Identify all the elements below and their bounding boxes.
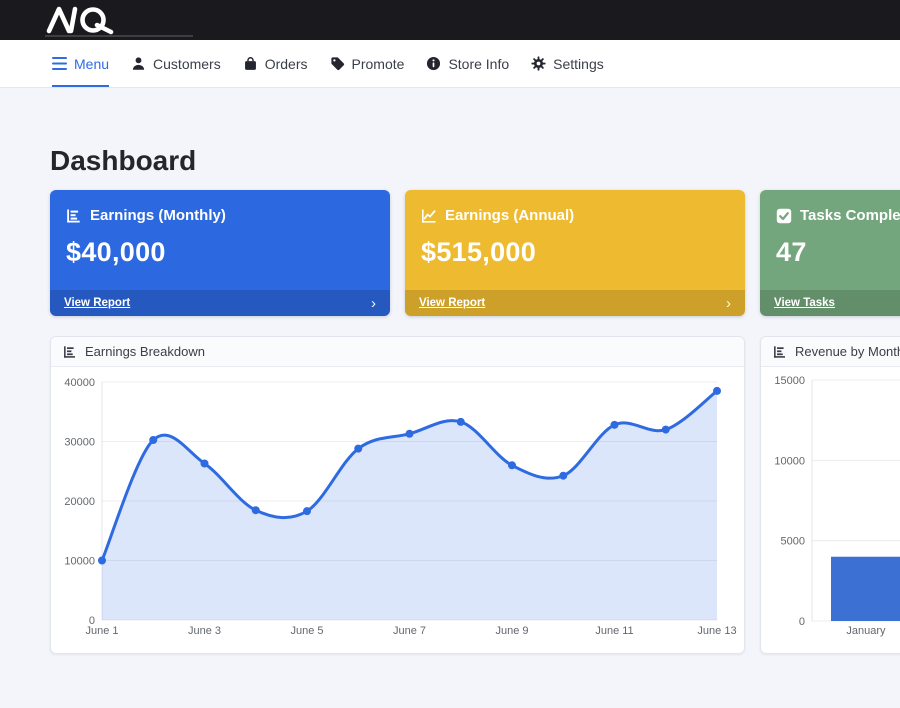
svg-text:5000: 5000 [781, 536, 805, 548]
bag-icon [243, 56, 258, 71]
line-chart-icon [421, 208, 437, 224]
svg-text:30000: 30000 [64, 437, 95, 449]
chart-panels-row: Earnings Breakdown 0 10000 20000 30000 40000… [50, 336, 900, 654]
info-icon [426, 56, 441, 71]
svg-text:June 11: June 11 [595, 625, 633, 637]
card-value: 47 [760, 237, 900, 268]
view-report-link[interactable]: View Report [64, 297, 130, 309]
chevron-right-icon[interactable]: › [726, 296, 731, 311]
nav-item-label: Store Info [448, 56, 509, 72]
view-report-link[interactable]: View Report [419, 297, 485, 309]
nav-item-menu[interactable]: Menu [52, 40, 109, 87]
card-header: Earnings (Annual) [405, 190, 745, 224]
card-value: $40,000 [50, 237, 390, 268]
bar-chart-icon [773, 345, 787, 359]
svg-text:June 9: June 9 [495, 625, 528, 637]
svg-text:June 1: June 1 [85, 625, 118, 637]
tag-icon [330, 56, 345, 71]
nav-item-customers[interactable]: Customers [131, 40, 221, 87]
card-earnings-monthly: Earnings (Monthly) $40,000 View Report › [50, 190, 390, 316]
card-header: Tasks Completed [760, 190, 900, 224]
card-title: Earnings (Annual) [445, 207, 574, 224]
page-content: Dashboard Earnings (Monthly) $40,000 Vie… [0, 88, 900, 654]
card-earnings-annual: Earnings (Annual) $515,000 View Report › [405, 190, 745, 316]
nav-item-label: Settings [553, 56, 604, 72]
svg-text:June 13: June 13 [697, 625, 736, 637]
logo-aiq [45, 5, 137, 35]
svg-text:40000: 40000 [64, 377, 95, 389]
nav-item-settings[interactable]: Settings [531, 40, 604, 87]
bar-chart-icon [63, 345, 77, 359]
nav-item-label: Orders [265, 56, 308, 72]
stat-cards-row: Earnings (Monthly) $40,000 View Report ›… [50, 190, 900, 316]
nav-item-store-info[interactable]: Store Info [426, 40, 509, 87]
logo-underline [45, 35, 193, 37]
nav-item-label: Customers [153, 56, 221, 72]
bar-chart-icon [66, 208, 82, 224]
panel-header: Revenue by Month [761, 337, 900, 367]
card-tasks-completed: Tasks Completed 47 View Tasks › [760, 190, 900, 316]
svg-text:10000: 10000 [64, 556, 95, 568]
checkbox-icon [776, 208, 792, 224]
hamburger-icon [52, 57, 67, 70]
svg-text:June 5: June 5 [290, 625, 323, 637]
nav-item-orders[interactable]: Orders [243, 40, 308, 87]
svg-text:15000: 15000 [774, 375, 805, 387]
card-value: $515,000 [405, 237, 745, 268]
panel-title: Revenue by Month [795, 344, 900, 359]
svg-text:0: 0 [799, 616, 805, 628]
card-header: Earnings (Monthly) [50, 190, 390, 224]
bar-chart: 0 5000 10000 15000 January [761, 367, 900, 652]
card-footer: View Report › [405, 290, 745, 316]
panel-header: Earnings Breakdown [51, 337, 744, 367]
card-footer: View Report › [50, 290, 390, 316]
panel-revenue-by-month: Revenue by Month 0 5000 10000 15000 January [760, 336, 900, 654]
svg-text:June 7: June 7 [393, 625, 426, 637]
card-title: Earnings (Monthly) [90, 207, 226, 224]
panel-earnings-breakdown: Earnings Breakdown 010000200003000040000… [50, 336, 745, 654]
page-title: Dashboard [50, 144, 900, 178]
top-header-bar [0, 0, 900, 40]
svg-text:June 3: June 3 [188, 625, 221, 637]
svg-text:10000: 10000 [774, 455, 805, 467]
line-chart: 010000200003000040000June 1June 3June 5J… [51, 367, 744, 652]
card-footer: View Tasks › [760, 290, 900, 316]
nav-item-label: Menu [74, 56, 109, 72]
panel-title: Earnings Breakdown [85, 344, 205, 359]
nav-item-label: Promote [352, 56, 405, 72]
chevron-right-icon[interactable]: › [371, 296, 376, 311]
user-icon [131, 56, 146, 71]
main-nav: Menu Customers Orders Promote Store Info [0, 40, 900, 88]
svg-text:January: January [846, 625, 886, 637]
svg-text:20000: 20000 [64, 496, 95, 508]
view-tasks-link[interactable]: View Tasks [774, 297, 835, 309]
card-title: Tasks Completed [800, 207, 900, 224]
gear-icon [531, 56, 546, 71]
nav-item-promote[interactable]: Promote [330, 40, 405, 87]
